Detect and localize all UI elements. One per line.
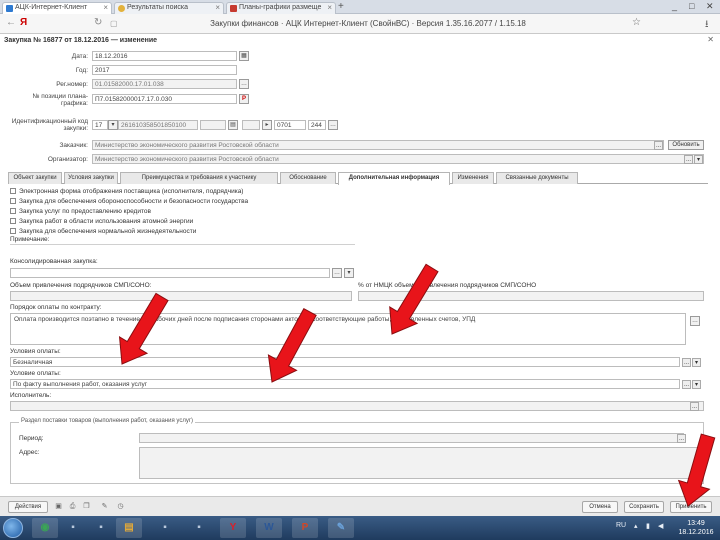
red-arrow-2 [267,307,317,383]
red-arrow-3 [389,263,439,335]
red-arrow-1 [118,292,169,365]
red-arrow-4 [677,433,716,507]
annotation-arrows [118,263,716,507]
